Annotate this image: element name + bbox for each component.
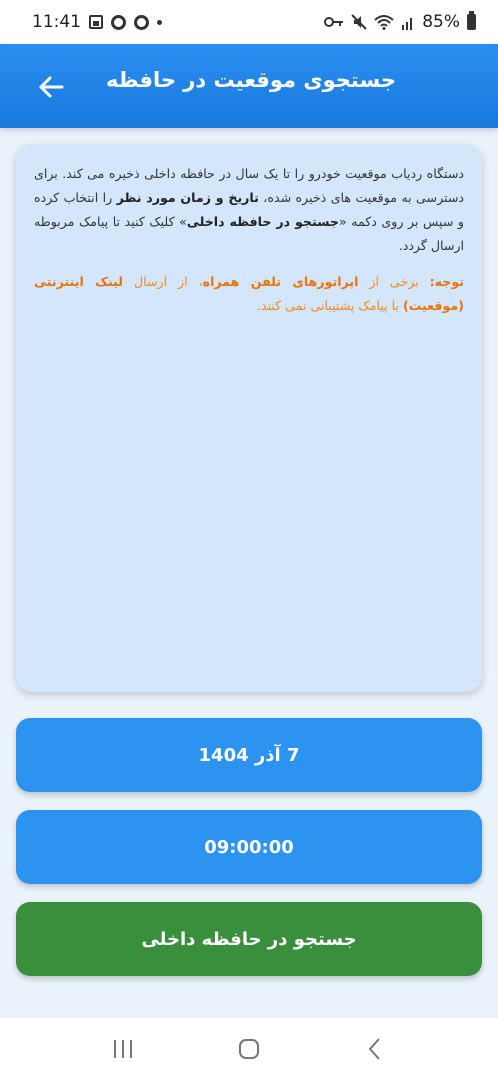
status-right: 85% — [324, 11, 476, 32]
status-bar: 11:41 85% — [0, 0, 498, 44]
app-bar: جستجوی موقعیت در حافظه — [0, 44, 498, 128]
search-label: جستجو در حافظه داخلی — [141, 928, 357, 950]
nav-back-button[interactable] — [355, 1029, 395, 1069]
key-icon — [324, 17, 344, 27]
more-notifications-icon — [157, 19, 162, 25]
info-card: دستگاه ردیاب موقعیت خودرو را تا یک سال د… — [16, 144, 482, 692]
note-text-5: با پیامک پشتیبانی نمی کنند. — [256, 298, 403, 313]
date-label: 7 آذر 1404 — [198, 744, 300, 766]
info-text-2: تاریخ و زمان مورد نظر — [116, 190, 259, 205]
back-button[interactable] — [34, 70, 68, 104]
system-nav-bar — [0, 1018, 498, 1080]
gallery-notification-icon — [89, 15, 103, 29]
date-picker-button[interactable]: 7 آذر 1404 — [16, 718, 482, 792]
chrome-notification-icon — [111, 14, 126, 30]
info-paragraph: دستگاه ردیاب موقعیت خودرو را تا یک سال د… — [34, 162, 464, 258]
page-title: جستجوی موقعیت در حافظه — [106, 68, 396, 92]
wifi-icon — [374, 15, 394, 30]
info-text-4: جستجو در حافظه داخلی — [186, 214, 339, 229]
recents-icon — [114, 1040, 132, 1058]
chevron-left-icon — [368, 1038, 380, 1060]
time-label: 09:00:00 — [204, 836, 294, 858]
signal-icon — [402, 18, 413, 30]
battery-percent: 85% — [422, 12, 460, 32]
note-text-2: اپراتورهای تلفن همراه — [202, 274, 359, 289]
arrow-left-icon — [39, 76, 64, 98]
note-label: توجه: — [429, 274, 464, 289]
status-left: 11:41 — [32, 12, 162, 32]
recents-button[interactable] — [103, 1029, 143, 1069]
status-time: 11:41 — [32, 12, 81, 32]
time-picker-button[interactable]: 09:00:00 — [16, 810, 482, 884]
chrome-notification-icon-2 — [134, 14, 149, 30]
note-text-1: برخی از — [358, 274, 430, 289]
battery-icon — [467, 11, 476, 30]
home-button[interactable] — [229, 1029, 269, 1069]
note-text-3: ، از ارسال — [123, 274, 203, 289]
home-icon — [239, 1039, 259, 1059]
mute-icon — [351, 14, 367, 30]
search-internal-memory-button[interactable]: جستجو در حافظه داخلی — [16, 902, 482, 976]
note-paragraph: توجه: برخی از اپراتورهای تلفن همراه، از … — [34, 270, 464, 318]
